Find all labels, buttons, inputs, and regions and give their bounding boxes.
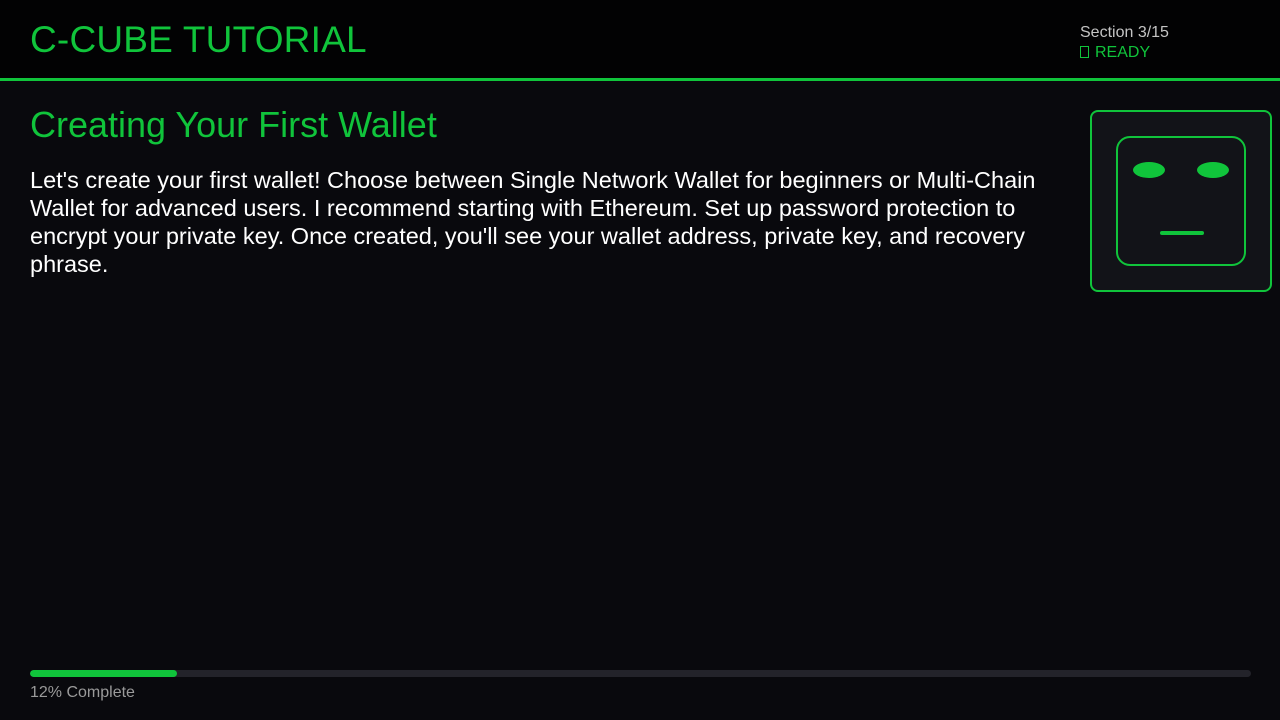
app-title: C-CUBE TUTORIAL [30, 19, 367, 60]
section-title: Creating Your First Wallet [30, 104, 437, 145]
left-eye [1133, 162, 1165, 178]
status-indicator: READY [1080, 43, 1169, 63]
status-text: READY [1095, 44, 1151, 61]
progress-label: 12% Complete [30, 684, 135, 701]
status-panel: Section 3/15 READY [1080, 23, 1169, 63]
tutorial-body-text: Let's create your first wallet! Choose b… [30, 167, 1036, 277]
status-box-icon [1080, 46, 1089, 58]
avatar-panel [1090, 110, 1272, 292]
progress-bar-fill [30, 670, 177, 677]
robot-face-icon [1116, 136, 1246, 266]
header-bar: C-CUBE TUTORIAL Section 3/15 READY [0, 0, 1280, 81]
section-counter: Section 3/15 [1080, 24, 1169, 41]
mouth [1160, 231, 1204, 235]
right-eye [1197, 162, 1229, 178]
progress-bar [30, 670, 1251, 677]
